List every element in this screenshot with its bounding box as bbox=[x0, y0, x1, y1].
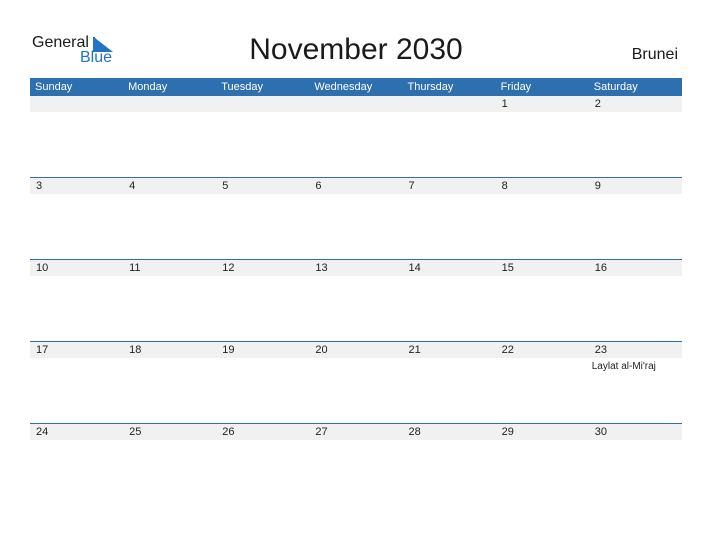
day-number: 18 bbox=[129, 344, 142, 356]
day-number: 12 bbox=[222, 262, 235, 274]
day-number: 21 bbox=[408, 344, 421, 356]
day-cell: 3 bbox=[30, 178, 123, 194]
day-cell bbox=[30, 96, 123, 112]
weekday-tuesday: Tuesday bbox=[221, 81, 264, 93]
day-number: 16 bbox=[594, 262, 607, 274]
day-number: 28 bbox=[408, 426, 421, 438]
week-row: 12 bbox=[30, 96, 682, 177]
calendar-grid: Sunday Monday Tuesday Wednesday Thursday… bbox=[30, 78, 682, 505]
day-cell: 16 bbox=[589, 260, 682, 276]
week-row: 3 4 5 6 7 8 9 bbox=[30, 177, 682, 259]
day-cell bbox=[309, 96, 402, 112]
weeks-container: 1 2 3 4 5 6 7 8 9 10 11 12 13 14 15 16 17 18 19 20 21 22 23 Lay… bbox=[30, 96, 682, 505]
day-number: 6 bbox=[315, 180, 322, 192]
day-cell: 28 bbox=[403, 424, 496, 440]
country-label: Brunei bbox=[631, 46, 678, 63]
day-cell: 19 bbox=[216, 342, 309, 358]
day-cell: 14 bbox=[403, 260, 496, 276]
day-number: 11 bbox=[129, 262, 141, 274]
day-number: 5 bbox=[222, 180, 229, 192]
day-cell: 2 bbox=[589, 96, 682, 112]
day-number: 15 bbox=[501, 262, 514, 274]
day-number-row: 24 25 26 27 28 29 30 bbox=[30, 424, 682, 440]
day-cell: 20 bbox=[309, 342, 402, 358]
day-number: 9 bbox=[594, 180, 601, 192]
week-row: 17 18 19 20 21 22 23 Laylat al-Mi'raj bbox=[30, 341, 682, 423]
day-number: 19 bbox=[222, 344, 235, 356]
day-cell: 9 bbox=[589, 178, 682, 194]
day-cell: 8 bbox=[496, 178, 589, 194]
page-title: November 2030 bbox=[249, 33, 463, 66]
day-number: 2 bbox=[594, 98, 601, 110]
day-cell bbox=[403, 96, 496, 112]
day-number: 30 bbox=[594, 426, 607, 438]
day-number-row: 17 18 19 20 21 22 23 Laylat al-Mi'raj bbox=[30, 342, 682, 372]
day-number: 26 bbox=[222, 426, 235, 438]
day-cell bbox=[216, 96, 309, 112]
day-number: 29 bbox=[501, 426, 514, 438]
day-cell: 13 bbox=[309, 260, 402, 276]
day-cell: 18 bbox=[123, 342, 216, 358]
day-number: 23 bbox=[594, 344, 607, 356]
day-cell: 24 bbox=[30, 424, 123, 440]
day-cell: 22 bbox=[496, 342, 589, 358]
weekday-saturday: Saturday bbox=[593, 81, 638, 93]
weekday-sunday: Sunday bbox=[35, 81, 73, 93]
day-cell: 12 bbox=[216, 260, 309, 276]
day-number-row: 10 11 12 13 14 15 16 bbox=[30, 260, 682, 276]
weekday-wednesday: Wednesday bbox=[314, 81, 373, 93]
day-cell: 29 bbox=[496, 424, 589, 440]
holiday-label: Laylat al-Mi'raj bbox=[591, 361, 656, 372]
day-cell bbox=[123, 96, 216, 112]
weekday-header: Sunday Monday Tuesday Wednesday Thursday… bbox=[30, 78, 682, 96]
day-number: 17 bbox=[36, 344, 49, 356]
day-number: 4 bbox=[129, 180, 136, 192]
day-number: 10 bbox=[36, 262, 49, 274]
week-row: 24 25 26 27 28 29 30 bbox=[30, 423, 682, 505]
day-cell: 6 bbox=[309, 178, 402, 194]
day-cell: 25 bbox=[123, 424, 216, 440]
day-cell: 7 bbox=[403, 178, 496, 194]
day-cell: 26 bbox=[216, 424, 309, 440]
day-number: 20 bbox=[315, 344, 328, 356]
week-row: 10 11 12 13 14 15 16 bbox=[30, 259, 682, 341]
day-cell: 15 bbox=[496, 260, 589, 276]
day-number: 7 bbox=[408, 180, 415, 192]
day-number: 13 bbox=[315, 262, 328, 274]
day-number: 14 bbox=[408, 262, 421, 274]
weekday-thursday: Thursday bbox=[407, 81, 454, 93]
day-number: 27 bbox=[315, 426, 328, 438]
day-number: 1 bbox=[501, 98, 508, 110]
day-cell: 27 bbox=[309, 424, 402, 440]
day-cell: 10 bbox=[30, 260, 123, 276]
day-cell: 23 Laylat al-Mi'raj bbox=[589, 342, 682, 372]
weekday-monday: Monday bbox=[128, 81, 168, 93]
day-number: 25 bbox=[129, 426, 142, 438]
day-cell: 11 bbox=[123, 260, 216, 276]
day-number-row: 12 bbox=[30, 96, 682, 112]
day-number-row: 3 4 5 6 7 8 9 bbox=[30, 178, 682, 194]
day-cell: 1 bbox=[496, 96, 589, 112]
day-number: 8 bbox=[501, 180, 508, 192]
weekday-friday: Friday bbox=[500, 81, 532, 93]
day-cell: 21 bbox=[403, 342, 496, 358]
day-number: 22 bbox=[501, 344, 514, 356]
day-cell: 4 bbox=[123, 178, 216, 194]
day-cell: 30 bbox=[589, 424, 682, 440]
day-number: 24 bbox=[36, 426, 49, 438]
day-cell: 5 bbox=[216, 178, 309, 194]
day-number: 3 bbox=[36, 180, 43, 192]
day-cell: 17 bbox=[30, 342, 123, 358]
